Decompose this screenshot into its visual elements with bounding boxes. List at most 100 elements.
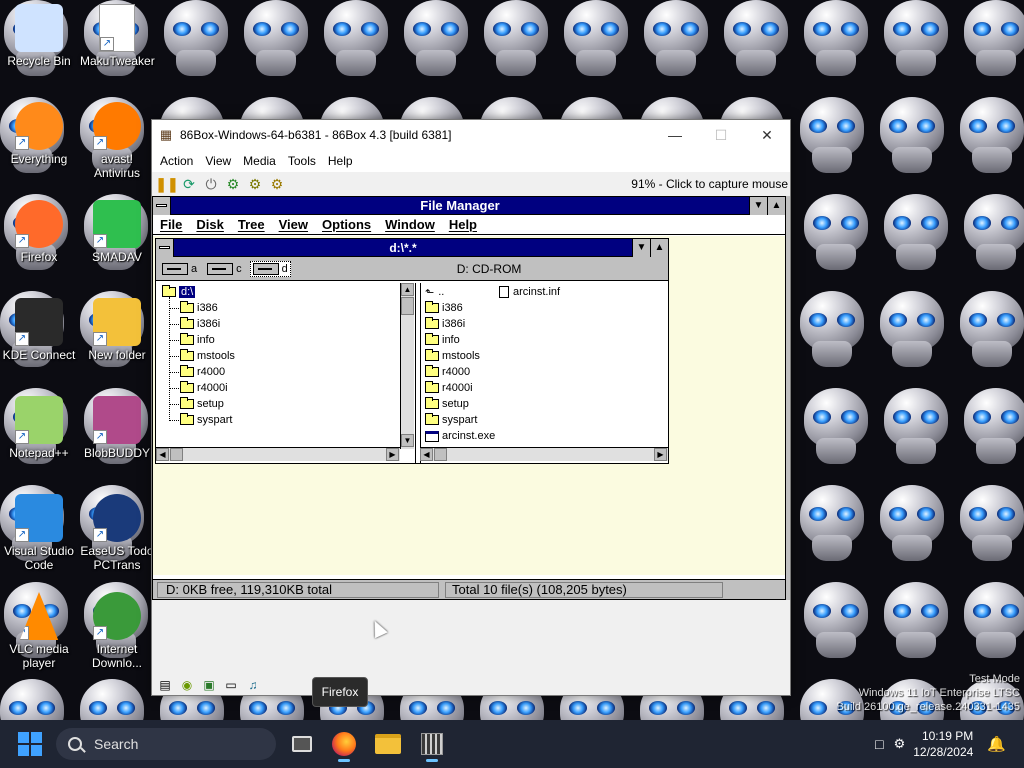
hdd-status-icon[interactable]: ▣ <box>198 678 220 694</box>
desktop-icon[interactable]: ↗ Notepad++ <box>0 392 78 480</box>
desktop-icon[interactable]: ↗ KDE Connect <box>0 294 78 382</box>
ctrl-alt-esc-icon[interactable]: ⚙ <box>244 173 266 195</box>
tree-item[interactable]: r4000i <box>180 380 228 396</box>
fm-menu-file[interactable]: File <box>153 217 189 232</box>
fm-menu-tree[interactable]: Tree <box>231 217 272 232</box>
file-row[interactable]: r4000i <box>425 380 473 396</box>
file-row[interactable]: setup <box>425 396 469 412</box>
drive-a[interactable]: a <box>160 262 199 276</box>
desktop-icon[interactable]: ↗ Internet Downlo... <box>78 588 156 676</box>
menu-tools[interactable]: Tools <box>282 154 322 168</box>
menu-view[interactable]: View <box>199 154 237 168</box>
minimize-button[interactable]: — <box>652 120 698 150</box>
desktop-icon[interactable]: ↗ Everything <box>0 98 78 186</box>
reset-icon[interactable]: ⟳ <box>178 173 200 195</box>
scroll-thumb[interactable] <box>401 297 414 315</box>
file-row-up[interactable]: ⬑ .. <box>425 284 444 300</box>
child-minimize-arrow-icon[interactable]: ▼ <box>632 238 650 257</box>
menu-media[interactable]: Media <box>237 154 282 168</box>
menu-action[interactable]: Action <box>154 154 199 168</box>
drive-d[interactable]: d <box>249 260 291 277</box>
emulated-screen[interactable]: File Manager ▼ ▲ File Disk Tree View Opt… <box>152 196 790 679</box>
file-row[interactable]: i386 <box>425 300 463 316</box>
fm-menu-options[interactable]: Options <box>315 217 378 232</box>
desktop-icon[interactable]: ↗ MakuTweaker <box>78 0 156 88</box>
ctrl-alt-del-icon[interactable]: ⚙ <box>222 173 244 195</box>
system-menu-icon[interactable] <box>153 196 171 215</box>
pause-icon[interactable]: ❚❚ <box>155 173 178 195</box>
taskbar-86box[interactable] <box>416 728 448 762</box>
desktop-icon[interactable]: ↗ EaseUS Todo PCTrans <box>78 490 156 578</box>
child-maximize-arrow-icon[interactable]: ▲ <box>650 238 668 257</box>
settings-icon[interactable]: ⚙ <box>266 173 288 195</box>
tree-item[interactable]: syspart <box>180 412 232 428</box>
desktop-icon[interactable]: ↗ avast! Antivirus <box>78 98 156 186</box>
tray-network-icon[interactable]: □ <box>875 736 883 752</box>
fm-menu-view[interactable]: View <box>272 217 315 232</box>
menu-help[interactable]: Help <box>322 154 359 168</box>
tree-horizontal-scrollbar[interactable]: ◀ ▶ <box>156 447 400 461</box>
tree-item[interactable]: info <box>180 332 215 348</box>
child-system-menu-icon[interactable] <box>156 238 174 257</box>
file-row[interactable]: info <box>425 332 460 348</box>
file-row[interactable]: syspart <box>425 412 477 428</box>
sound-status-icon[interactable]: ♫ <box>242 678 264 694</box>
scroll-left-icon[interactable]: ◀ <box>156 448 169 461</box>
close-button[interactable]: ✕ <box>744 120 790 150</box>
tree-item[interactable]: setup <box>180 396 224 412</box>
scroll-up-icon[interactable]: ▲ <box>401 283 414 296</box>
wallpaper-skull <box>876 93 948 179</box>
file-row[interactable]: i386i <box>425 316 465 332</box>
fm-menu-help[interactable]: Help <box>442 217 484 232</box>
floppy-status-icon[interactable]: ▤ <box>154 678 176 694</box>
start-button[interactable] <box>18 732 42 756</box>
file-manager-titlebar[interactable]: File Manager ▼ ▲ <box>153 196 785 215</box>
tree-item[interactable]: i386 <box>180 300 218 316</box>
window-titlebar[interactable]: ▦ 86Box-Windows-64-b6381 - 86Box 4.3 [bu… <box>152 120 790 150</box>
desktop-icon[interactable]: ↗ VLC media player <box>0 588 78 676</box>
scroll-thumb[interactable] <box>170 448 183 461</box>
file-row[interactable]: r4000 <box>425 364 470 380</box>
taskbar-search[interactable]: Search <box>56 728 276 760</box>
file-row-arcinst-exe[interactable]: arcinst.exe <box>425 428 495 444</box>
wallpaper-skull <box>800 384 872 470</box>
maximize-button[interactable]: ☐ <box>698 120 744 150</box>
taskbar-firefox[interactable] <box>328 728 360 762</box>
fm-menu-window[interactable]: Window <box>378 217 442 232</box>
scroll-right-icon[interactable]: ▶ <box>654 448 667 461</box>
desktop-icon[interactable]: ↗ New folder <box>78 294 156 382</box>
scroll-left-icon[interactable]: ◀ <box>420 448 433 461</box>
tree-root[interactable]: d:\ <box>162 284 196 300</box>
tree-item-label: r4000 <box>197 366 226 378</box>
scroll-down-icon[interactable]: ▼ <box>401 434 414 447</box>
tree-item[interactable]: i386i <box>180 316 220 332</box>
tray-volume-icon[interactable]: ⚙ <box>894 736 906 752</box>
task-view-button[interactable] <box>286 728 318 760</box>
power-icon[interactable]: ⏻ <box>200 173 222 195</box>
desktop-icon[interactable]: Recycle Bin <box>0 0 78 88</box>
file-row[interactable]: mstools <box>425 348 480 364</box>
fm-menu-disk[interactable]: Disk <box>189 217 230 232</box>
directory-window-titlebar[interactable]: d:\*.* ▼ ▲ <box>156 238 668 257</box>
maximize-arrow-icon[interactable]: ▲ <box>767 196 785 215</box>
notification-bell-icon[interactable]: 🔔 <box>987 735 1006 753</box>
clock[interactable]: 10:19 PM 12/28/2024 <box>913 728 973 760</box>
taskbar-file-explorer[interactable] <box>372 728 404 760</box>
desktop-icon[interactable]: ↗ BlobBUDDY <box>78 392 156 480</box>
minimize-arrow-icon[interactable]: ▼ <box>749 196 767 215</box>
desktop-icon[interactable]: ↗ SMADAV <box>78 196 156 284</box>
file-horizontal-scrollbar[interactable]: ◀ ▶ <box>420 447 668 461</box>
file-list-pane[interactable]: ⬑ .. arcinst.inf i386 i386i info mstools r40… <box>420 283 668 463</box>
tree-item[interactable]: mstools <box>180 348 235 364</box>
desktop-icon[interactable]: ↗ Visual Studio Code <box>0 490 78 578</box>
desktop-icon[interactable]: ↗ Firefox <box>0 196 78 284</box>
directory-tree-pane[interactable]: d:\ i386 i386i info mstools r4000 r4000i setup… <box>156 283 416 463</box>
tree-vertical-scrollbar[interactable]: ▲ ▼ <box>400 283 414 449</box>
scroll-right-icon[interactable]: ▶ <box>386 448 399 461</box>
file-row-arcinst-inf[interactable]: arcinst.inf <box>499 284 560 300</box>
network-status-icon[interactable]: ▭ <box>220 678 242 694</box>
drive-c[interactable]: c <box>205 262 244 276</box>
scroll-thumb[interactable] <box>434 448 447 461</box>
tree-item[interactable]: r4000 <box>180 364 225 380</box>
cdrom-status-icon[interactable]: ◉ <box>176 678 198 694</box>
